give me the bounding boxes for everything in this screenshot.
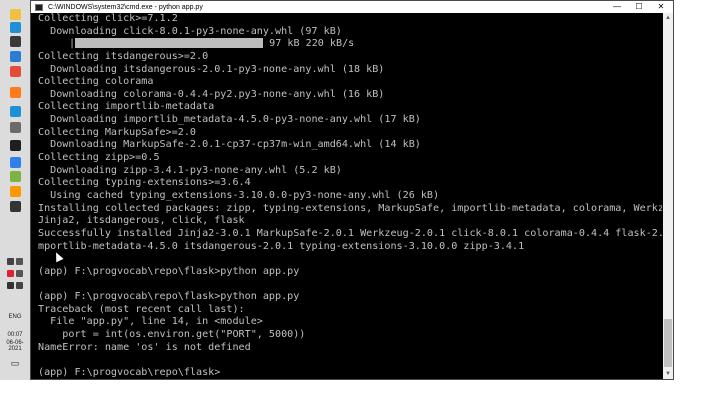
console-line: Collecting itsdangerous>=2.0 [38,50,209,62]
progress-line: | 97 kB 220 kB/s [38,38,662,51]
firefox-icon[interactable] [10,87,21,98]
console-prompt-line[interactable]: (app) F:\progvocab\repo\flask> [38,367,662,379]
minimize-button[interactable]: — [607,1,627,13]
title-bar[interactable]: C:\WINDOWS\system32\cmd.exe - python app… [31,1,673,13]
file-explorer-icon[interactable] [10,9,21,20]
console-line: NameError: name 'os' is not defined [38,341,251,353]
console-line: Using cached typing_extensions-3.10.0.0-… [38,189,440,201]
console-line: Downloading importlib_metadata-4.5.0-py3… [38,114,421,126]
volume-icon[interactable] [16,270,23,277]
console-line: Collecting click>=7.1.2 [38,13,178,24]
language-indicator[interactable]: ENG [0,314,30,320]
console-line: Collecting colorama [38,76,154,88]
console-line: Jinja2, itsdangerous, click, flask [38,215,245,227]
battery-icon[interactable] [7,282,14,289]
cmd-window[interactable]: C:\WINDOWS\system32\cmd.exe - python app… [30,0,674,380]
close-button[interactable]: ✕ [651,1,671,13]
console-line: Downloading itsdangerous-2.0.1-py3-none-… [38,63,385,75]
terminal-icon[interactable] [10,140,21,151]
scroll-down-icon[interactable]: ▼ [663,369,673,379]
system-tray [0,258,30,294]
console-line: File "app.py", line 14, in <module> [38,316,263,328]
console-line: Traceback (most recent call last): [38,303,245,315]
vscode-icon[interactable] [10,157,21,168]
obs-icon[interactable] [10,201,21,212]
console-line: Successfully installed Jinja2-3.0.1 Mark… [38,227,662,239]
console-line: Installing collected packages: zipp, typ… [38,202,662,214]
console-line: mportlib-metadata-4.5.0 itsdangerous-2.0… [38,240,525,252]
photos-icon[interactable] [10,106,21,117]
sublime-icon[interactable] [10,186,21,197]
console-line: Collecting MarkupSafe>=2.0 [38,126,197,138]
microphone-icon[interactable] [16,258,23,265]
vertical-scrollbar[interactable]: ▲ ▼ [663,13,673,379]
cmd-icon [35,3,43,11]
console-line: (app) F:\progvocab\repo\flask>python app… [38,265,300,277]
window-title: C:\WINDOWS\system32\cmd.exe - python app… [48,3,203,11]
console-line: Downloading zipp-3.4.1-py3-none-any.whl … [38,164,342,176]
taskbar: ENG 00:07 06-06-2021 ▭ [0,0,30,380]
console-line: port = int(os.environ.get("PORT", 5000)) [38,329,306,341]
scrollbar-thumb[interactable] [664,319,672,367]
console-line: Collecting importlib-metadata [38,101,215,113]
progress-text: 97 kB 220 kB/s [263,38,355,50]
console-line: Collecting typing-extensions>=3.6.4 [38,177,251,189]
clock-time[interactable]: 00:07 [0,332,30,338]
notepad-icon[interactable] [10,171,21,182]
maximize-button[interactable]: ☐ [629,1,649,13]
store-icon[interactable] [10,36,21,47]
mail-icon[interactable] [10,51,21,62]
edge-icon[interactable] [10,22,21,33]
network-icon[interactable] [7,258,14,265]
progress-bar-fill [75,38,264,49]
console-line: Downloading MarkupSafe-2.0.1-cp37-cp37m-… [38,139,421,151]
chrome-icon[interactable] [10,66,21,77]
notification-center-icon[interactable]: ▭ [0,358,30,369]
console-line: Downloading click-8.0.1-py3-none-any.whl… [38,25,342,37]
wifi-icon[interactable] [16,282,23,289]
settings-icon[interactable] [10,122,21,133]
antivirus-icon[interactable] [7,270,14,277]
console-output[interactable]: Collecting click>=7.1.2 Downloading clic… [38,13,662,379]
progress-bar [75,38,264,49]
clock-date[interactable]: 06-06-2021 [0,340,30,352]
console-line: Downloading colorama-0.4.4-py2.py3-none-… [38,88,385,100]
scroll-up-icon[interactable]: ▲ [663,13,673,23]
console-line: Collecting zipp>=0.5 [38,152,160,164]
console-line: (app) F:\progvocab\repo\flask>python app… [38,291,300,303]
